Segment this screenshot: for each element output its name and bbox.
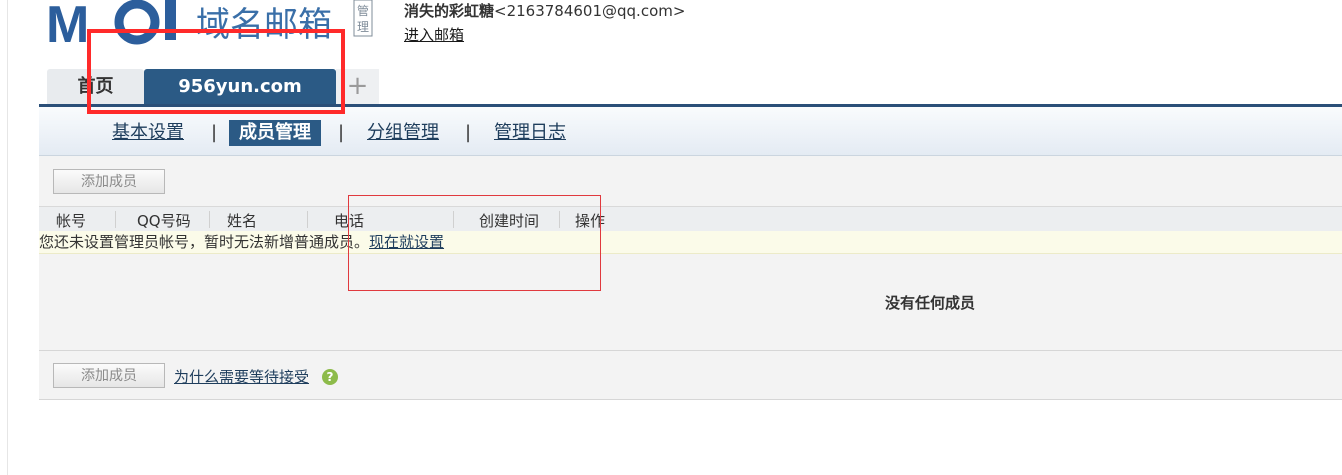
member-table-header: 帐号 QQ号码 姓名 电话 创建时间 操作	[39, 206, 1342, 232]
sub-navigation: 基本设置 | 成员管理 | 分组管理 | 管理日志	[39, 107, 1342, 156]
column-account[interactable]: 帐号	[56, 210, 86, 231]
subnav-management-log[interactable]: 管理日志	[494, 120, 566, 146]
column-qq[interactable]: QQ号码	[137, 210, 191, 231]
subnav-member-management[interactable]: 成员管理	[229, 120, 321, 146]
user-info: 消失的彩虹糖<2163784601@qq.com> 进入邮箱	[404, 0, 685, 45]
user-email: <2163784601@qq.com>	[494, 2, 686, 20]
column-divider	[307, 211, 308, 228]
add-member-button[interactable]: 添加成员	[53, 169, 165, 194]
svg-text:M: M	[46, 0, 89, 52]
subnav-separator: |	[465, 122, 472, 143]
add-member-button-bottom[interactable]: 添加成员	[53, 363, 165, 388]
column-divider	[115, 211, 116, 228]
highlight-box-domain-tab	[87, 29, 345, 114]
empty-state-text: 没有任何成员	[885, 294, 976, 312]
subnav-separator: |	[211, 122, 218, 143]
notice-text: 您还未设置管理员帐号，暂时无法新增普通成员。	[39, 233, 370, 251]
column-divider	[209, 211, 210, 228]
highlight-box-table-area	[348, 195, 601, 291]
page-left-border	[7, 0, 8, 475]
logo-seal-bottom: 理	[357, 20, 369, 34]
logo-seal-top: 管	[357, 3, 369, 18]
user-name: 消失的彩虹糖	[404, 2, 495, 20]
subnav-basic-settings[interactable]: 基本设置	[112, 120, 184, 146]
help-icon[interactable]: ?	[322, 369, 338, 385]
why-wait-link[interactable]: 为什么需要等待接受	[174, 366, 309, 387]
subnav-group-management[interactable]: 分组管理	[367, 120, 439, 146]
subnav-separator: |	[338, 122, 345, 143]
enter-mailbox-link[interactable]: 进入邮箱	[404, 24, 685, 45]
column-name[interactable]: 姓名	[227, 210, 257, 231]
admin-notice: 您还未设置管理员帐号，暂时无法新增普通成员。现在就设置	[39, 231, 1342, 254]
